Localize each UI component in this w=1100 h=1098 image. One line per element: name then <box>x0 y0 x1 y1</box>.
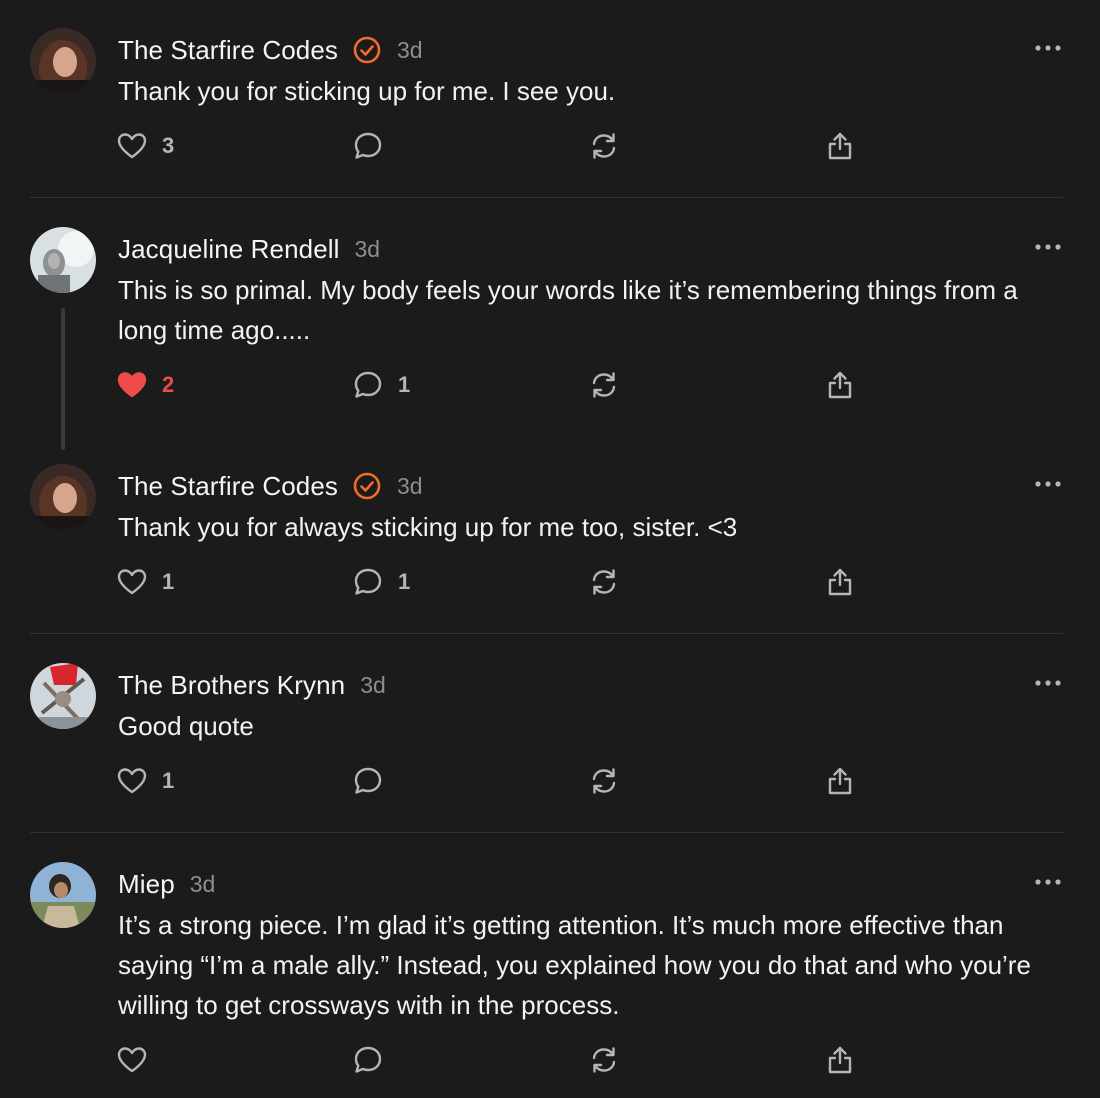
comment-text: It’s a strong piece. I’m glad it’s getti… <box>118 910 1031 1020</box>
avatar[interactable] <box>30 862 96 928</box>
heart-icon <box>117 768 147 794</box>
comment-bubble-icon <box>354 568 382 595</box>
restack-icon <box>592 768 616 794</box>
avatar[interactable] <box>30 28 96 94</box>
timestamp[interactable]: 3d <box>360 672 386 699</box>
share-button[interactable] <box>824 1040 856 1080</box>
restack-button[interactable] <box>588 562 620 602</box>
avatar[interactable] <box>30 227 96 293</box>
share-icon <box>828 767 852 795</box>
comment-actions: 1 1 <box>116 562 876 602</box>
timestamp[interactable]: 3d <box>355 236 381 263</box>
restack-button[interactable] <box>588 1040 620 1080</box>
timestamp[interactable]: 3d <box>190 871 216 898</box>
divider <box>30 633 1063 634</box>
heart-icon <box>117 133 147 159</box>
thread-line <box>61 308 65 450</box>
comment-bubble-icon <box>354 132 382 159</box>
reply-button[interactable]: 1 <box>352 365 410 405</box>
restack-button[interactable] <box>588 126 620 166</box>
share-icon <box>828 1046 852 1074</box>
heart-icon <box>117 569 147 595</box>
restack-icon <box>592 569 616 595</box>
restack-button[interactable] <box>588 761 620 801</box>
avatar[interactable] <box>30 464 96 530</box>
more-options-icon[interactable] <box>1032 40 1064 56</box>
divider <box>30 832 1063 833</box>
reply-button[interactable] <box>352 126 384 166</box>
reply-button[interactable] <box>352 1040 384 1080</box>
comment-header: The Starfire Codes 3d <box>118 468 423 504</box>
restack-icon <box>592 1047 616 1073</box>
reply-count: 1 <box>398 372 411 397</box>
comment-header: Miep 3d <box>118 866 215 902</box>
more-options-icon[interactable] <box>1032 874 1064 890</box>
share-button[interactable] <box>824 761 856 801</box>
comment-bubble-icon <box>354 1046 382 1073</box>
comment-header: Jacqueline Rendell 3d <box>118 231 380 267</box>
comment-header: The Starfire Codes 3d <box>118 32 423 68</box>
comment-bubble-icon <box>354 767 382 794</box>
like-button[interactable] <box>116 1040 148 1080</box>
more-options-icon[interactable] <box>1032 476 1064 492</box>
verified-badge-icon <box>352 471 382 501</box>
like-count: 1 <box>162 569 175 594</box>
like-count: 1 <box>162 768 175 793</box>
author-name[interactable]: Jacqueline Rendell <box>118 234 340 265</box>
like-count: 2 <box>162 372 175 397</box>
share-button[interactable] <box>824 126 856 166</box>
like-button[interactable]: 1 <box>116 562 174 602</box>
comment-bubble-icon <box>354 371 382 398</box>
reply-button[interactable] <box>352 761 384 801</box>
timestamp[interactable]: 3d <box>397 473 423 500</box>
like-button[interactable]: 2 <box>116 365 174 405</box>
like-count: 3 <box>162 133 175 158</box>
restack-button[interactable] <box>588 365 620 405</box>
comment-text: Thank you for always sticking up for me … <box>118 512 738 542</box>
reply-count: 1 <box>398 569 411 594</box>
more-options-icon[interactable] <box>1032 239 1064 255</box>
avatar[interactable] <box>30 663 96 729</box>
share-button[interactable] <box>824 365 856 405</box>
divider <box>30 197 1063 198</box>
comment-text: This is so primal. My body feels your wo… <box>118 275 1018 345</box>
heart-icon <box>117 372 147 398</box>
comment-header: The Brothers Krynn 3d <box>118 667 386 703</box>
timestamp[interactable]: 3d <box>397 37 423 64</box>
comment-text: Good quote <box>118 711 254 741</box>
author-name[interactable]: The Starfire Codes <box>118 471 338 502</box>
share-button[interactable] <box>824 562 856 602</box>
verified-badge-icon <box>352 35 382 65</box>
restack-icon <box>592 133 616 159</box>
like-button[interactable]: 3 <box>116 126 174 166</box>
comment-actions: 1 <box>116 761 876 801</box>
comment-actions <box>116 1040 876 1080</box>
share-icon <box>828 132 852 160</box>
share-icon <box>828 371 852 399</box>
author-name[interactable]: Miep <box>118 869 175 900</box>
more-options-icon[interactable] <box>1032 675 1064 691</box>
author-name[interactable]: The Starfire Codes <box>118 35 338 66</box>
reply-button[interactable]: 1 <box>352 562 410 602</box>
comment-actions: 3 <box>116 126 876 166</box>
author-name[interactable]: The Brothers Krynn <box>118 670 345 701</box>
like-button[interactable]: 1 <box>116 761 174 801</box>
restack-icon <box>592 372 616 398</box>
comment-actions: 2 1 <box>116 365 876 405</box>
share-icon <box>828 568 852 596</box>
heart-icon <box>117 1047 147 1073</box>
comment-text: Thank you for sticking up for me. I see … <box>118 76 616 106</box>
